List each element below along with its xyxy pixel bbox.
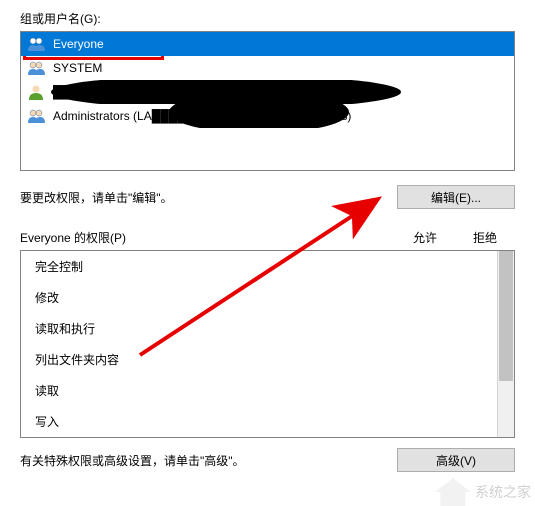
users-icon bbox=[27, 108, 47, 124]
user-icon bbox=[27, 84, 47, 100]
permissions-list[interactable]: 完全控制 修改 读取和执行 列出文件夹内容 读取 写入 bbox=[20, 250, 515, 438]
permissions-title: Everyone 的权限(P) bbox=[20, 229, 395, 246]
scrollbar-thumb[interactable] bbox=[499, 251, 513, 381]
watermark-text: 系统之家 bbox=[475, 482, 531, 502]
principal-label: Everyone bbox=[53, 37, 104, 51]
permission-label: 读取和执行 bbox=[35, 322, 95, 336]
permission-item[interactable]: 读取 bbox=[21, 375, 514, 406]
principal-label: SYSTEM bbox=[53, 61, 102, 75]
group-list[interactable]: Everyone SYSTEM ████ (LAP███████████████… bbox=[20, 31, 515, 171]
permission-item[interactable]: 读取和执行 bbox=[21, 313, 514, 344]
principal-system[interactable]: SYSTEM bbox=[21, 56, 514, 80]
users-icon bbox=[27, 36, 47, 52]
principal-user-redacted[interactable]: ████ (LAP██████████████████████) bbox=[21, 80, 514, 104]
permission-label: 完全控制 bbox=[35, 260, 83, 274]
watermark: 系统之家 bbox=[435, 478, 531, 506]
principal-everyone[interactable]: Everyone bbox=[21, 32, 514, 56]
group-or-user-label: 组或用户名(G): bbox=[20, 10, 515, 27]
advanced-hint-label: 有关特殊权限或高级设置，请单击"高级"。 bbox=[20, 452, 245, 469]
permission-label: 修改 bbox=[35, 291, 59, 305]
permission-item[interactable]: 修改 bbox=[21, 282, 514, 313]
redaction-mark bbox=[51, 80, 401, 104]
users-icon bbox=[27, 60, 47, 76]
advanced-button[interactable]: 高级(V) bbox=[397, 448, 515, 472]
permission-item[interactable]: 完全控制 bbox=[21, 251, 514, 282]
redaction-mark bbox=[169, 104, 349, 128]
permission-item[interactable]: 写入 bbox=[21, 406, 514, 437]
principal-administrators[interactable]: Administrators (LA██████████████████istr… bbox=[21, 104, 514, 128]
edit-hint-label: 要更改权限，请单击"编辑"。 bbox=[20, 189, 173, 206]
scrollbar[interactable] bbox=[497, 251, 514, 437]
deny-column-header: 拒绝 bbox=[455, 229, 515, 246]
edit-button[interactable]: 编辑(E)... bbox=[397, 185, 515, 209]
permission-label: 列出文件夹内容 bbox=[35, 353, 119, 367]
permission-label: 读取 bbox=[35, 384, 59, 398]
permission-label: 写入 bbox=[35, 415, 59, 429]
permission-item[interactable]: 列出文件夹内容 bbox=[21, 344, 514, 375]
watermark-logo-icon bbox=[435, 478, 471, 506]
allow-column-header: 允许 bbox=[395, 229, 455, 246]
permissions-header: Everyone 的权限(P) 允许 拒绝 bbox=[20, 229, 515, 246]
